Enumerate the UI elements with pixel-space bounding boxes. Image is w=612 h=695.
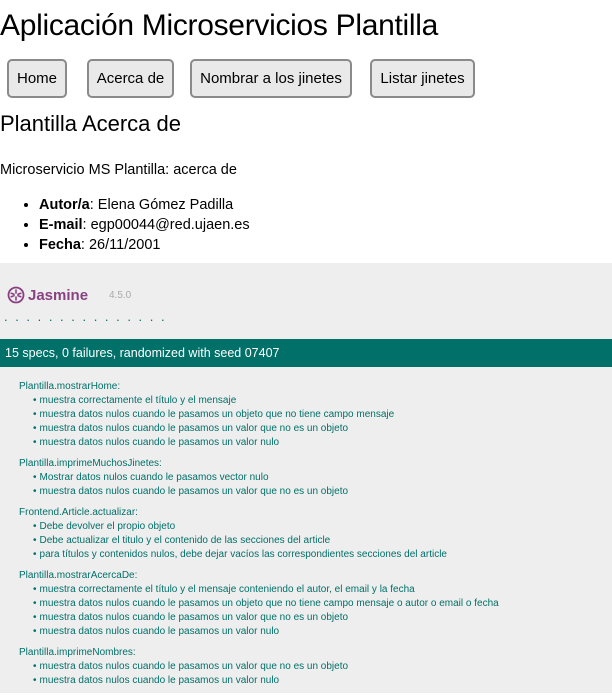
jasmine-logo-text: Jasmine — [28, 286, 89, 304]
suite-name-link[interactable]: Plantilla.imprimeNombres: — [19, 646, 612, 660]
spec-link[interactable]: muestra correctamente el título y el men… — [19, 583, 612, 597]
suite: Frontend.Article.actualizar:Debe devolve… — [19, 506, 612, 562]
jasmine-version: 4.5.0 — [109, 290, 132, 301]
author-item: Autor/a: Elena Gómez Padilla — [39, 195, 250, 215]
jasmine-logo[interactable]: Jasmine — [7, 285, 88, 305]
jasmine-reporter: Jasmine 4.5.0 ............... 15 specs, … — [0, 263, 612, 693]
suite-name-link[interactable]: Plantilla.mostrarHome: — [19, 380, 612, 394]
spec-link[interactable]: muestra datos nulos cuando le pasamos un… — [19, 625, 612, 639]
spec-result-dots: ............... — [4, 309, 173, 324]
spec-link[interactable]: muestra datos nulos cuando le pasamos un… — [19, 660, 612, 674]
list-riders-button[interactable]: Listar jinetes — [370, 59, 475, 98]
spec-link[interactable]: Mostrar datos nulos cuando le pasamos ve… — [19, 471, 612, 485]
spec-link[interactable]: muestra datos nulos cuando le pasamos un… — [19, 485, 612, 499]
spec-link[interactable]: Debe actualizar el titulo y el contenido… — [19, 534, 612, 548]
spec-link[interactable]: muestra datos nulos cuando le pasamos un… — [19, 436, 612, 450]
date-item: Fecha: 26/11/2001 — [39, 235, 250, 255]
spec-link[interactable]: muestra datos nulos cuando le pasamos un… — [19, 611, 612, 625]
date-label: Fecha — [39, 237, 81, 253]
suite-list: Plantilla.mostrarHome:muestra correctame… — [0, 380, 612, 695]
spec-link[interactable]: muestra correctamente el título y el men… — [19, 394, 612, 408]
suite: Plantilla.imprimeNombres:muestra datos n… — [19, 646, 612, 688]
about-title: Plantilla Acerca de — [0, 111, 181, 136]
results-summary-bar: 15 specs, 0 failures, randomized with se… — [0, 339, 612, 367]
page-title: Aplicación Microservicios Plantilla — [0, 9, 438, 42]
spec-link[interactable]: muestra datos nulos cuando le pasamos un… — [19, 597, 612, 611]
home-button[interactable]: Home — [7, 59, 67, 98]
author-label: Autor/a — [39, 197, 90, 213]
suite-name-link[interactable]: Plantilla.mostrarAcercaDe: — [19, 569, 612, 583]
about-info-list: Autor/a: Elena Gómez Padilla E-mail: egp… — [0, 195, 250, 255]
date-value: : 26/11/2001 — [80, 237, 161, 253]
email-label: E-mail — [39, 217, 83, 233]
name-riders-button[interactable]: Nombrar a los jinetes — [190, 59, 352, 98]
about-button[interactable]: Acerca de — [87, 59, 174, 98]
spec-link[interactable]: muestra datos nulos cuando le pasamos un… — [19, 408, 612, 422]
spec-link[interactable]: para títulos y contenidos nulos, debe de… — [19, 548, 612, 562]
email-item: E-mail: egp00044@red.ujaen.es — [39, 215, 250, 235]
suite-name-link[interactable]: Frontend.Article.actualizar: — [19, 506, 612, 520]
spec-link[interactable]: Debe devolver el propio objeto — [19, 520, 612, 534]
email-value: : egp00044@red.ujaen.es — [82, 217, 250, 233]
suite: Plantilla.mostrarHome:muestra correctame… — [19, 380, 612, 450]
spec-link[interactable]: muestra datos nulos cuando le pasamos un… — [19, 422, 612, 436]
about-intro: Microservicio MS Plantilla: acerca de — [0, 162, 237, 178]
suite: Plantilla.imprimeMuchosJinetes:Mostrar d… — [19, 457, 612, 499]
suite: Plantilla.mostrarAcercaDe:muestra correc… — [19, 569, 612, 639]
author-value: : Elena Gómez Padilla — [89, 197, 234, 213]
suite-name-link[interactable]: Plantilla.imprimeMuchosJinetes: — [19, 457, 612, 471]
jasmine-flower-icon — [7, 286, 25, 304]
spec-link[interactable]: muestra datos nulos cuando le pasamos un… — [19, 674, 612, 688]
